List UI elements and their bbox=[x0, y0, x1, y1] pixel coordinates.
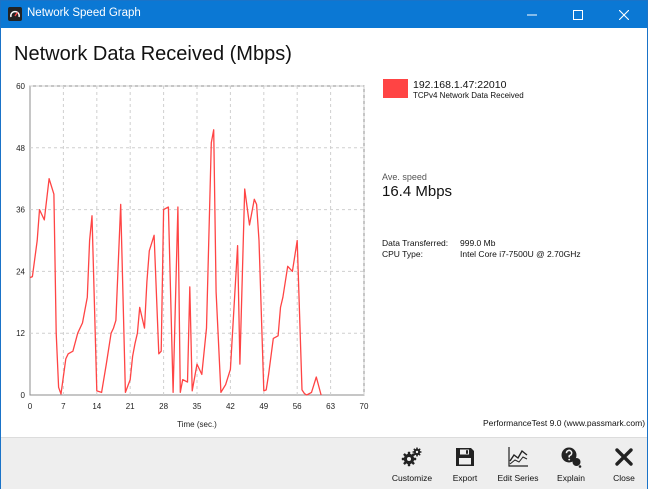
maximize-button[interactable] bbox=[555, 1, 601, 28]
minimize-button[interactable] bbox=[509, 1, 555, 28]
y-tick-label: 36 bbox=[16, 206, 25, 215]
cpu-type-label: CPU Type: bbox=[382, 249, 423, 259]
y-tick-label: 24 bbox=[16, 267, 25, 276]
legend-color-swatch[interactable] bbox=[383, 79, 408, 98]
y-tick-label: 60 bbox=[16, 82, 25, 91]
x-tick-label: 14 bbox=[92, 402, 101, 411]
customize-button[interactable]: Customize bbox=[384, 438, 440, 489]
customize-label: Customize bbox=[391, 473, 433, 483]
average-speed-label: Ave. speed bbox=[382, 172, 427, 182]
close-window-button[interactable] bbox=[601, 1, 647, 28]
data-transferred-label: Data Transferred: bbox=[382, 238, 449, 248]
plot-area bbox=[29, 85, 365, 396]
legend-description: TCPv4 Network Data Received bbox=[413, 91, 524, 100]
floppy-disk-icon bbox=[456, 448, 474, 466]
close-icon bbox=[619, 9, 629, 20]
maximize-icon bbox=[573, 9, 583, 20]
cpu-type-value: Intel Core i7-7500U @ 2.70GHz bbox=[460, 249, 581, 259]
network-speed-graph-window: Network Speed Graph Network Data Receive… bbox=[0, 0, 648, 489]
y-tick-label: 0 bbox=[21, 391, 26, 400]
legend-host: 192.168.1.47:22010 bbox=[413, 79, 507, 91]
y-tick-label: 12 bbox=[16, 329, 25, 338]
data-transferred-value: 999.0 Mb bbox=[460, 238, 496, 248]
y-tick-label: 48 bbox=[16, 144, 25, 153]
x-tick-label: 35 bbox=[193, 402, 202, 411]
minimize-icon bbox=[527, 14, 537, 15]
speedometer-icon bbox=[8, 7, 22, 21]
x-tick-label: 70 bbox=[360, 402, 369, 411]
close-label: Close bbox=[613, 473, 635, 483]
title-bar[interactable]: Network Speed Graph bbox=[1, 1, 647, 28]
passmark-credit: PerformanceTest 9.0 (www.passmark.com) bbox=[483, 418, 646, 428]
help-bubble-icon bbox=[561, 447, 582, 468]
export-label: Export bbox=[452, 473, 478, 483]
line-chart-icon bbox=[508, 447, 528, 467]
x-tick-label: 63 bbox=[326, 402, 335, 411]
average-speed-value: 16.4 Mbps bbox=[382, 183, 453, 200]
explain-button[interactable]: Explain bbox=[543, 438, 599, 489]
x-tick-label: 0 bbox=[28, 402, 33, 411]
x-tick-label: 56 bbox=[293, 402, 302, 411]
x-tick-label: 42 bbox=[226, 402, 235, 411]
edit-series-label: Edit Series bbox=[497, 473, 539, 483]
x-tick-label: 49 bbox=[259, 402, 268, 411]
close-button[interactable]: Close bbox=[596, 438, 648, 489]
edit-series-button[interactable]: Edit Series bbox=[490, 438, 546, 489]
x-tick-label: 21 bbox=[126, 402, 135, 411]
export-button[interactable]: Export bbox=[437, 438, 493, 489]
graph-heading: Network Data Received (Mbps) bbox=[14, 43, 292, 65]
x-tick-label: 7 bbox=[61, 402, 66, 411]
x-icon bbox=[615, 448, 633, 466]
gears-icon bbox=[401, 447, 422, 467]
x-axis-label: Time (sec.) bbox=[177, 420, 217, 429]
x-tick-label: 28 bbox=[159, 402, 168, 411]
explain-label: Explain bbox=[557, 473, 585, 483]
chart-svg: 0 12 24 36 48 60 0 7 14 21 28 35 42 49 56 63 70 Time (sec… bbox=[16, 82, 369, 429]
network-speed-chart: 0 12 24 36 48 60 0 7 14 21 28 35 42 49 56 63 70 Time (sec… bbox=[1, 71, 371, 431]
bottom-toolbar: Customize Export Edit Series Explain Clo… bbox=[1, 437, 647, 489]
window-title: Network Speed Graph bbox=[27, 7, 141, 19]
